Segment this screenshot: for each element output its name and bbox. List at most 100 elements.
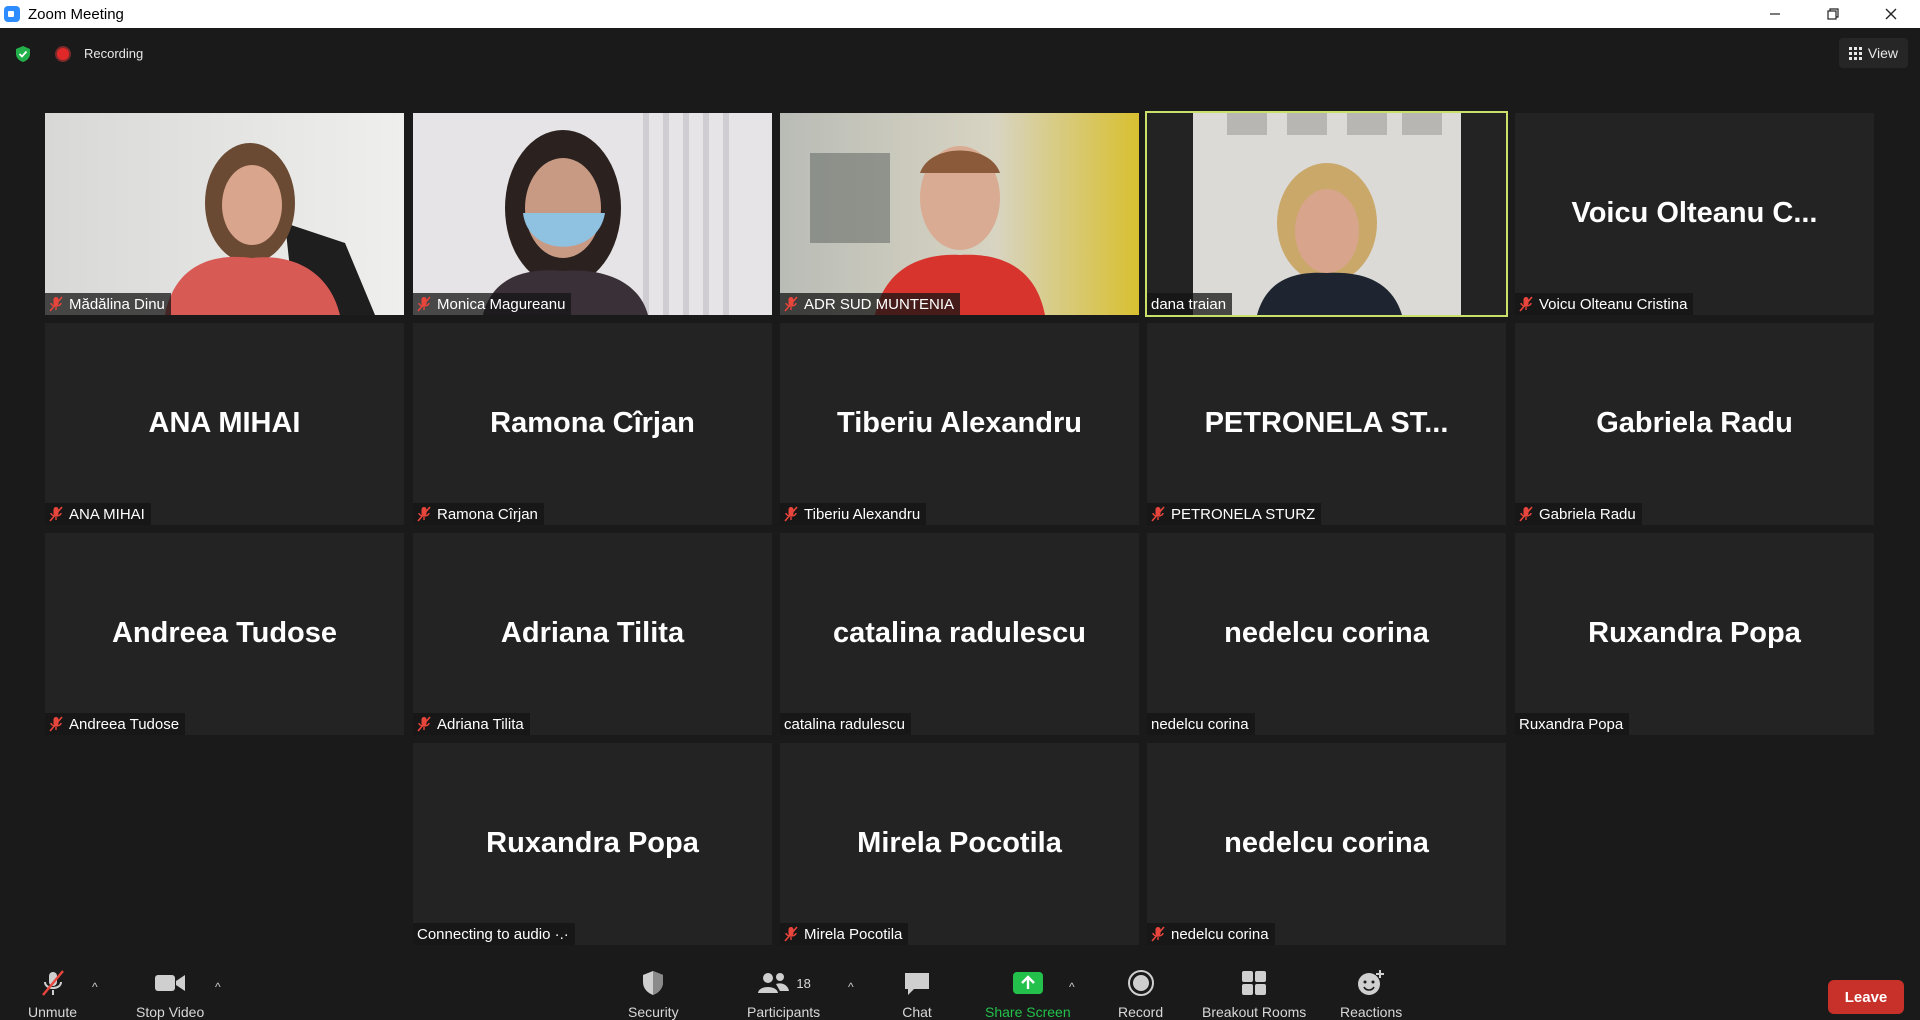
video-tile-8[interactable]: Tiberiu Alexandru Tiberiu Alexandru	[780, 323, 1139, 525]
participant-display-name: Ramona Cîrjan	[490, 407, 695, 439]
participant-name: catalina radulescu	[784, 715, 905, 733]
video-tile-4-active-speaker[interactable]: dana traian	[1145, 111, 1508, 317]
participant-name: Mirela Pocotila	[804, 925, 903, 943]
mic-muted-icon	[1151, 926, 1165, 942]
video-tile-13[interactable]: catalina radulescu catalina radulescu	[780, 533, 1139, 735]
video-tile-12[interactable]: Adriana Tilita Adriana Tilita	[413, 533, 772, 735]
participants-button[interactable]: 18 Participants	[747, 968, 820, 1020]
participant-name-tag: Tiberiu Alexandru	[780, 503, 927, 525]
mic-muted-icon	[417, 506, 431, 522]
mic-muted-icon	[417, 296, 431, 312]
mic-muted-icon	[417, 716, 431, 732]
participant-display-name: Ruxandra Popa	[486, 827, 699, 859]
recording-label: Recording	[84, 46, 144, 61]
restore-button[interactable]	[1804, 0, 1862, 28]
participant-name: Gabriela Radu	[1539, 505, 1636, 523]
participant-video	[45, 113, 404, 315]
meeting-toolbar: Unmute ^ Stop Video ^ Security 18 Partic…	[0, 958, 1920, 1020]
participant-name: Monica Magureanu	[437, 295, 566, 313]
share-screen-button[interactable]: Share Screen	[985, 968, 1071, 1020]
reactions-smiley-icon	[1358, 970, 1385, 995]
audio-options-chevron-up-icon[interactable]: ^	[92, 980, 98, 994]
mic-muted-icon	[49, 716, 63, 732]
video-options-chevron-up-icon[interactable]: ^	[215, 980, 221, 994]
security-button[interactable]: Security	[628, 968, 679, 1020]
participant-name-tag: PETRONELA STURZ	[1147, 503, 1322, 525]
share-screen-arrow-icon	[1012, 972, 1043, 994]
video-tile-15[interactable]: Ruxandra Popa Ruxandra Popa	[1515, 533, 1874, 735]
participant-name: dana traian	[1151, 295, 1227, 313]
participant-name: ANA MIHAI	[69, 505, 145, 523]
participants-count: 18	[796, 975, 811, 991]
participant-name: Ramona Cîrjan	[437, 505, 538, 523]
window-title: Zoom Meeting	[28, 5, 124, 23]
reactions-button[interactable]: Reactions	[1340, 968, 1402, 1020]
video-tile-3[interactable]: ADR SUD MUNTENIA	[780, 113, 1139, 315]
participant-display-name: Andreea Tudose	[111, 617, 338, 649]
share-options-chevron-up-icon[interactable]: ^	[1069, 980, 1075, 994]
minimize-button[interactable]	[1746, 0, 1804, 28]
mic-muted-icon	[49, 506, 63, 522]
participant-video	[413, 113, 772, 315]
participant-name-tag: Mirela Pocotila	[780, 923, 909, 945]
participant-display-name: ANA MIHAI	[148, 407, 301, 439]
participant-name-tag: Mădălina Dinu	[45, 293, 171, 315]
participant-name: Adriana Tilita	[437, 715, 524, 733]
participant-name: nedelcu corina	[1171, 925, 1269, 943]
mic-muted-icon	[1519, 296, 1533, 312]
participant-name-tag: catalina radulescu	[780, 713, 911, 735]
close-icon	[1885, 8, 1897, 20]
participant-name-tag: Voicu Olteanu Cristina	[1515, 293, 1694, 315]
participant-name-tag: ADR SUD MUNTENIA	[780, 293, 961, 315]
grid-view-icon	[1848, 46, 1862, 60]
participant-display-name: PETRONELA ST...	[1204, 407, 1449, 439]
video-tile-17[interactable]: Mirela Pocotila Mirela Pocotila	[780, 743, 1139, 945]
breakout-rooms-button[interactable]: Breakout Rooms	[1202, 968, 1306, 1020]
video-tile-5[interactable]: Voicu Olteanu C... Voicu Olteanu Cristin…	[1515, 113, 1874, 315]
participants-icon	[758, 973, 790, 993]
video-tile-18[interactable]: nedelcu corina nedelcu corina	[1147, 743, 1506, 945]
participant-name-tag: Adriana Tilita	[413, 713, 530, 735]
participant-display-name: Mirela Pocotila	[857, 827, 1062, 859]
record-button[interactable]: Record	[1118, 968, 1163, 1020]
participant-name: ADR SUD MUNTENIA	[804, 295, 955, 313]
participant-name: Tiberiu Alexandru	[804, 505, 921, 523]
participant-name: nedelcu corina	[1151, 715, 1249, 733]
participant-display-name: Voicu Olteanu C...	[1571, 197, 1818, 229]
participant-display-name: nedelcu corina	[1224, 617, 1429, 649]
mic-muted-icon	[1519, 506, 1533, 522]
participant-name-tag: Ramona Cîrjan	[413, 503, 544, 525]
participant-name: Mădălina Dinu	[69, 295, 165, 313]
participant-name-tag: dana traian	[1147, 293, 1233, 315]
video-tile-9[interactable]: PETRONELA ST... PETRONELA STURZ	[1147, 323, 1506, 525]
close-button[interactable]	[1862, 0, 1920, 28]
video-tile-16[interactable]: Ruxandra Popa Connecting to audio ·.·	[413, 743, 772, 945]
record-icon	[1127, 970, 1154, 996]
mic-muted-icon	[49, 296, 63, 312]
video-tile-2[interactable]: Monica Magureanu	[413, 113, 772, 315]
recording-indicator-icon	[57, 48, 69, 60]
participant-display-name: nedelcu corina	[1224, 827, 1429, 859]
video-tile-7[interactable]: Ramona Cîrjan Ramona Cîrjan	[413, 323, 772, 525]
view-button[interactable]: View	[1838, 38, 1908, 68]
participant-display-name: Gabriela Radu	[1596, 407, 1793, 439]
participant-name-tag: Gabriela Radu	[1515, 503, 1642, 525]
video-tile-1[interactable]: Mădălina Dinu	[45, 113, 404, 315]
video-camera-icon	[155, 975, 186, 991]
unmute-button[interactable]: Unmute	[28, 968, 77, 1020]
mic-muted-icon	[784, 506, 798, 522]
stop-video-button[interactable]: Stop Video	[136, 968, 204, 1020]
mic-muted-icon	[1151, 506, 1165, 522]
participant-display-name: Ruxandra Popa	[1588, 617, 1801, 649]
video-tile-11[interactable]: Andreea Tudose Andreea Tudose	[45, 533, 404, 735]
encryption-shield-icon[interactable]	[14, 45, 32, 63]
video-tile-6[interactable]: ANA MIHAI ANA MIHAI	[45, 323, 404, 525]
participant-name-tag: nedelcu corina	[1147, 713, 1255, 735]
video-tile-10[interactable]: Gabriela Radu Gabriela Radu	[1515, 323, 1874, 525]
video-tile-14[interactable]: nedelcu corina nedelcu corina	[1147, 533, 1506, 735]
restore-icon	[1827, 8, 1839, 20]
chat-button[interactable]: Chat	[902, 968, 932, 1020]
participant-name-tag: Andreea Tudose	[45, 713, 186, 735]
leave-button[interactable]: Leave	[1828, 980, 1904, 1014]
participants-options-chevron-up-icon[interactable]: ^	[848, 980, 854, 994]
